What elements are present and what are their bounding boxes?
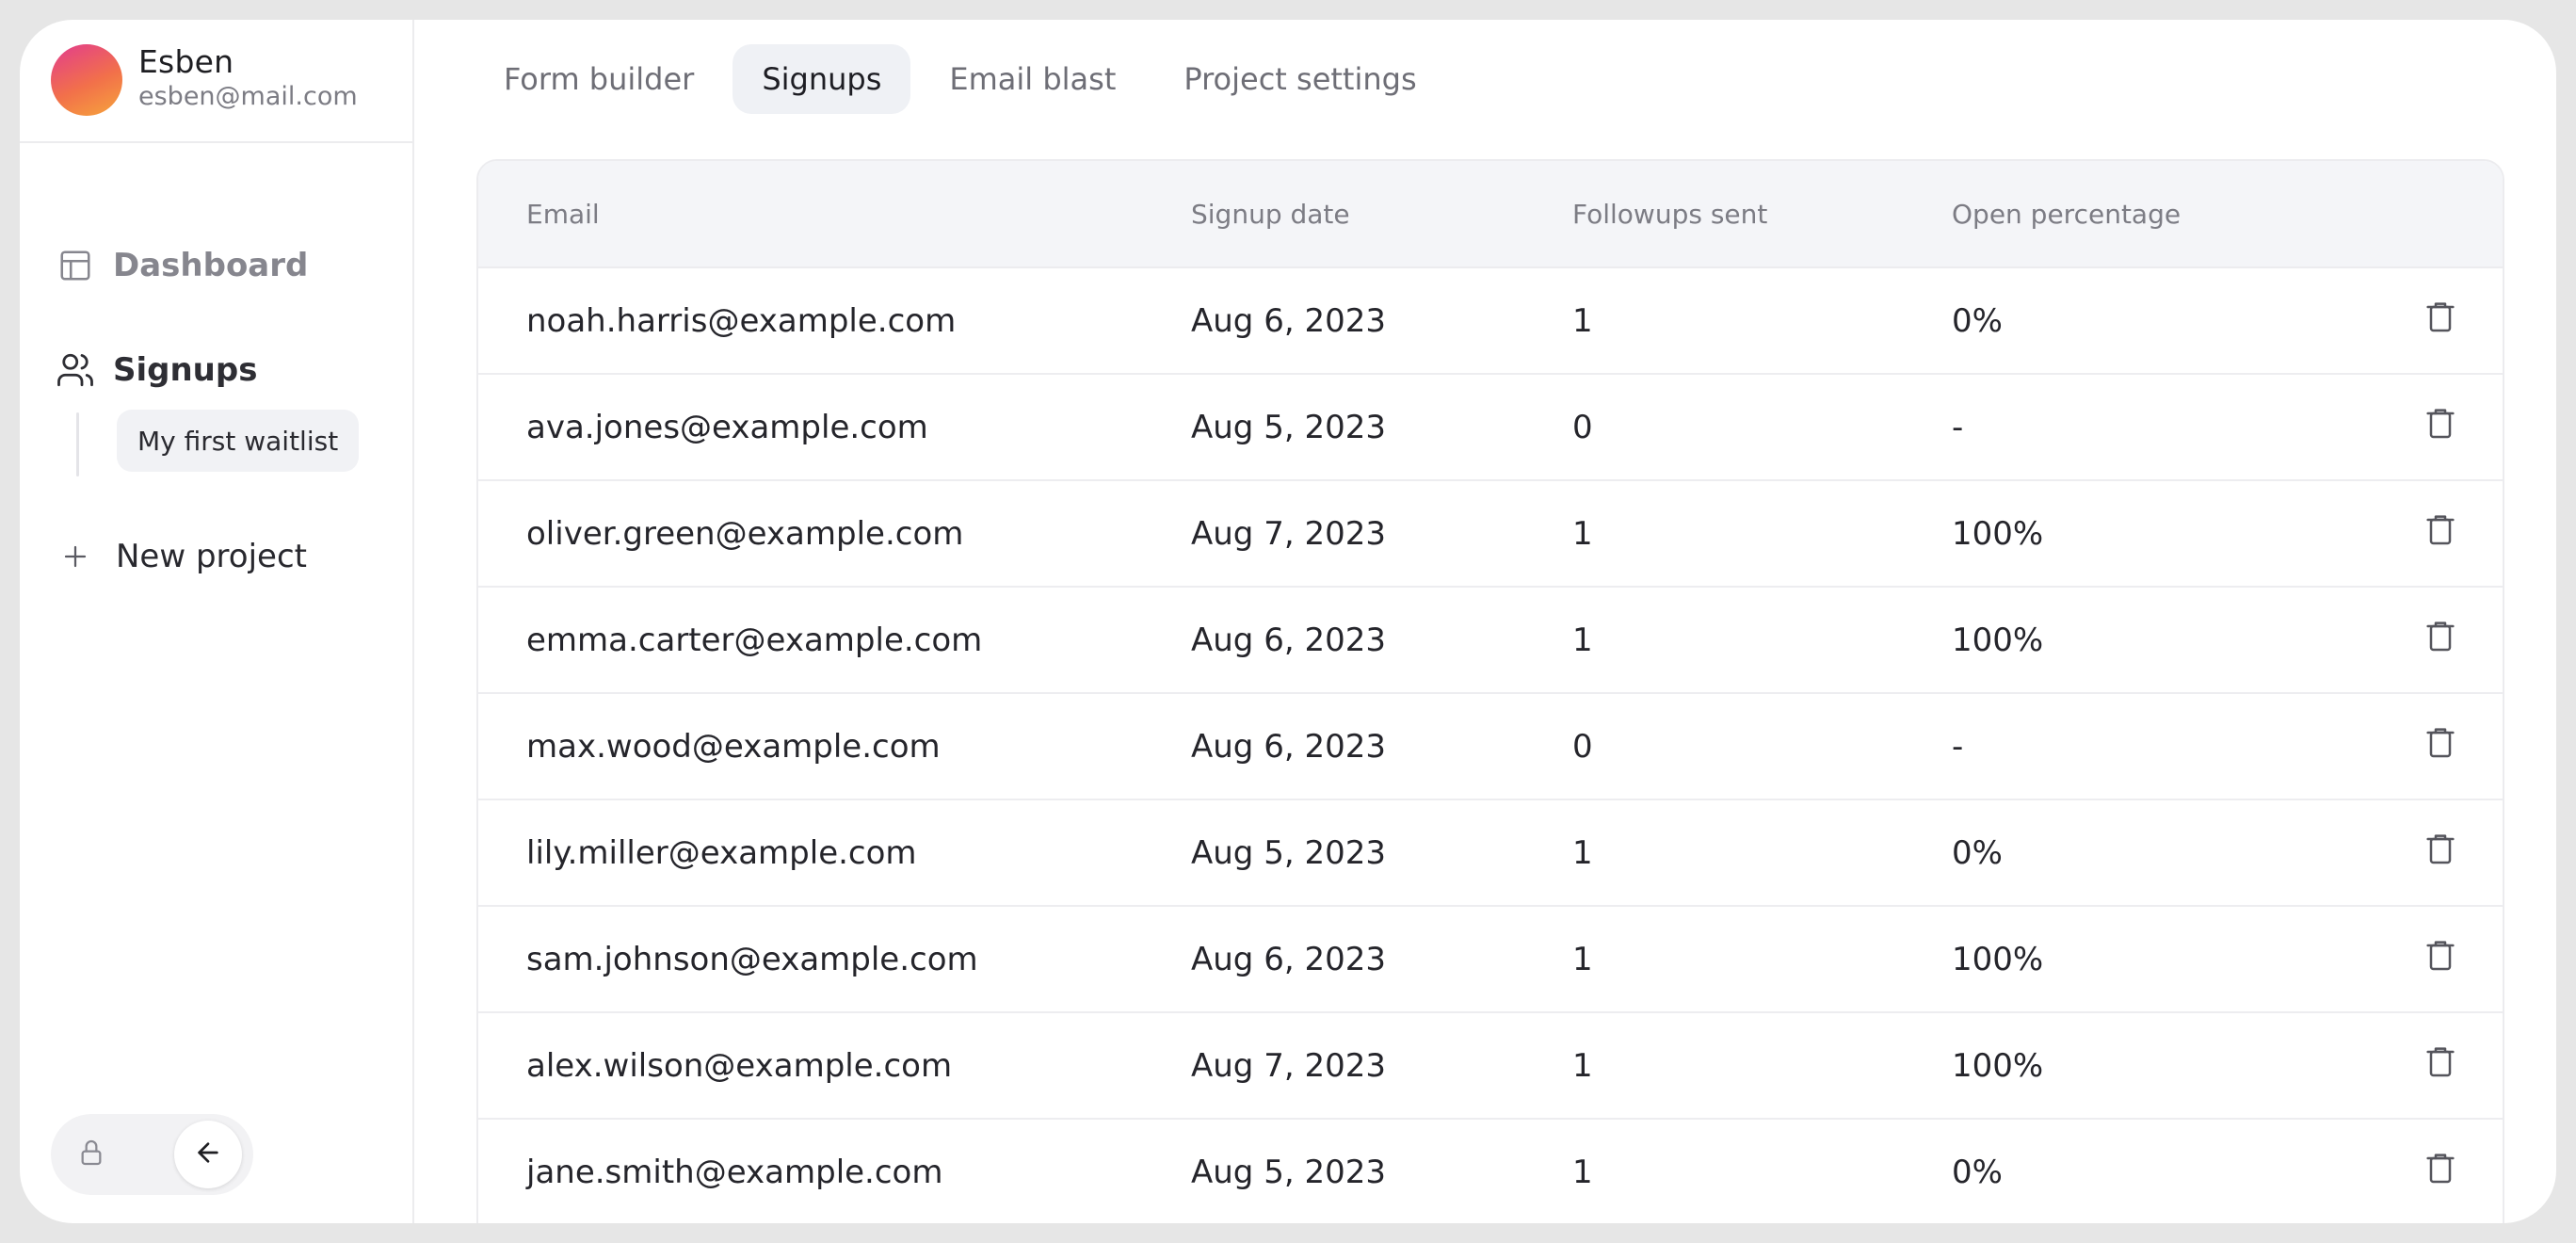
- followups-cell: 1: [1572, 621, 1593, 659]
- table-row[interactable]: alex.wilson@example.com Aug 7, 2023 1 10…: [478, 1013, 2503, 1120]
- column-header-email[interactable]: Email: [526, 161, 600, 266]
- signup-date-cell: Aug 5, 2023: [1191, 833, 1386, 872]
- delete-button[interactable]: [2418, 800, 2463, 905]
- delete-button[interactable]: [2418, 481, 2463, 586]
- table-row[interactable]: jane.smith@example.com Aug 5, 2023 1 0%: [478, 1120, 2503, 1223]
- tab-form-builder[interactable]: Form builder: [475, 44, 723, 114]
- email-cell: noah.harris@example.com: [526, 301, 957, 340]
- followups-cell: 1: [1572, 833, 1593, 872]
- signups-table: Email Signup date Followups sent Open pe…: [476, 159, 2504, 1223]
- column-header-signup-date[interactable]: Signup date: [1191, 161, 1350, 266]
- followups-cell: 1: [1572, 1153, 1593, 1191]
- sidebar-toggle-group: [51, 1114, 253, 1195]
- open-percentage-cell: 100%: [1952, 940, 2044, 978]
- signup-date-cell: Aug 6, 2023: [1191, 301, 1386, 340]
- signup-date-cell: Aug 7, 2023: [1191, 514, 1386, 553]
- column-header-open-percentage[interactable]: Open percentage: [1952, 161, 2181, 266]
- email-cell: max.wood@example.com: [526, 727, 941, 766]
- delete-button[interactable]: [2418, 588, 2463, 692]
- sidebar-item-dashboard[interactable]: Dashboard: [56, 242, 308, 289]
- email-cell: lily.miller@example.com: [526, 833, 917, 872]
- delete-button[interactable]: [2418, 1120, 2463, 1223]
- lock-button[interactable]: [65, 1128, 118, 1181]
- tab-signups[interactable]: Signups: [733, 44, 911, 114]
- app-window: Esben esben@mail.com Dashboard Signups M…: [20, 20, 2556, 1223]
- sidebar-item-label: Dashboard: [113, 247, 309, 284]
- table-row[interactable]: max.wood@example.com Aug 6, 2023 0 -: [478, 694, 2503, 800]
- users-icon: [56, 350, 95, 390]
- followups-cell: 0: [1572, 727, 1593, 766]
- delete-button[interactable]: [2418, 1013, 2463, 1118]
- user-profile[interactable]: Esben esben@mail.com: [20, 20, 412, 143]
- signup-date-cell: Aug 6, 2023: [1191, 621, 1386, 659]
- arrow-left-icon: [193, 1138, 223, 1171]
- email-cell: jane.smith@example.com: [526, 1153, 943, 1191]
- trash-icon: [2422, 1042, 2459, 1089]
- user-email: esben@mail.com: [138, 82, 358, 111]
- signup-date-cell: Aug 6, 2023: [1191, 727, 1386, 766]
- table-row[interactable]: lily.miller@example.com Aug 5, 2023 1 0%: [478, 800, 2503, 907]
- open-percentage-cell: -: [1952, 727, 1964, 766]
- open-percentage-cell: 100%: [1952, 514, 2044, 553]
- sidebar-item-label: Signups: [113, 351, 258, 389]
- layout-icon: [56, 246, 95, 285]
- followups-cell: 1: [1572, 301, 1593, 340]
- collapse-sidebar-button[interactable]: [174, 1121, 242, 1188]
- email-cell: emma.carter@example.com: [526, 621, 983, 659]
- tab-project-settings[interactable]: Project settings: [1154, 44, 1445, 114]
- signup-date-cell: Aug 7, 2023: [1191, 1046, 1386, 1085]
- followups-cell: 0: [1572, 408, 1593, 446]
- signup-date-cell: Aug 5, 2023: [1191, 408, 1386, 446]
- table-row[interactable]: emma.carter@example.com Aug 6, 2023 1 10…: [478, 588, 2503, 694]
- sidebar-subitem-waitlist[interactable]: My first waitlist: [117, 410, 360, 472]
- delete-button[interactable]: [2418, 375, 2463, 479]
- trash-icon: [2422, 510, 2459, 557]
- table-row[interactable]: sam.johnson@example.com Aug 6, 2023 1 10…: [478, 907, 2503, 1013]
- trash-icon: [2422, 298, 2459, 344]
- sidebar: Esben esben@mail.com Dashboard Signups M…: [20, 20, 414, 1223]
- new-project-button[interactable]: New project: [56, 533, 307, 580]
- trash-icon: [2422, 1149, 2459, 1195]
- signup-date-cell: Aug 6, 2023: [1191, 940, 1386, 978]
- delete-button[interactable]: [2418, 907, 2463, 1011]
- delete-button[interactable]: [2418, 694, 2463, 799]
- open-percentage-cell: 0%: [1952, 1153, 2003, 1191]
- trash-icon: [2422, 404, 2459, 450]
- trash-icon: [2422, 617, 2459, 663]
- email-cell: sam.johnson@example.com: [526, 940, 978, 978]
- main-content: Form builder Signups Email blast Project…: [414, 20, 2556, 1223]
- sidebar-item-signups[interactable]: Signups: [56, 347, 257, 394]
- signup-date-cell: Aug 5, 2023: [1191, 1153, 1386, 1191]
- followups-cell: 1: [1572, 940, 1593, 978]
- email-cell: oliver.green@example.com: [526, 514, 964, 553]
- trash-icon: [2422, 723, 2459, 769]
- email-cell: alex.wilson@example.com: [526, 1046, 953, 1085]
- subnav-divider: [76, 412, 79, 476]
- delete-button[interactable]: [2418, 268, 2463, 373]
- table-body: noah.harris@example.com Aug 6, 2023 1 0%…: [478, 268, 2503, 1223]
- followups-cell: 1: [1572, 1046, 1593, 1085]
- open-percentage-cell: 0%: [1952, 833, 2003, 872]
- table-row[interactable]: noah.harris@example.com Aug 6, 2023 1 0%: [478, 268, 2503, 375]
- column-header-followups[interactable]: Followups sent: [1572, 161, 1767, 266]
- open-percentage-cell: -: [1952, 408, 1964, 446]
- table-row[interactable]: oliver.green@example.com Aug 7, 2023 1 1…: [478, 481, 2503, 588]
- lock-icon: [76, 1138, 106, 1171]
- avatar: [51, 44, 122, 116]
- new-project-label: New project: [116, 538, 307, 575]
- email-cell: ava.jones@example.com: [526, 408, 928, 446]
- open-percentage-cell: 100%: [1952, 1046, 2044, 1085]
- open-percentage-cell: 0%: [1952, 301, 2003, 340]
- trash-icon: [2422, 830, 2459, 876]
- table-header: Email Signup date Followups sent Open pe…: [478, 161, 2503, 268]
- plus-icon: [56, 537, 95, 576]
- followups-cell: 1: [1572, 514, 1593, 553]
- user-name: Esben: [138, 43, 234, 80]
- tab-email-blast[interactable]: Email blast: [920, 44, 1145, 114]
- tab-bar: Form builder Signups Email blast Project…: [475, 44, 1446, 114]
- table-row[interactable]: ava.jones@example.com Aug 5, 2023 0 -: [478, 375, 2503, 481]
- open-percentage-cell: 100%: [1952, 621, 2044, 659]
- trash-icon: [2422, 936, 2459, 982]
